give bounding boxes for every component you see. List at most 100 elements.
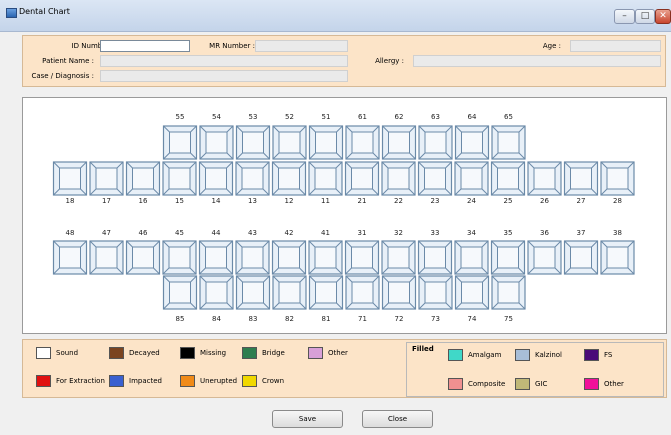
tooth-number-51: 51 bbox=[322, 113, 331, 121]
tooth-26[interactable] bbox=[527, 161, 562, 196]
tooth-71[interactable] bbox=[345, 275, 380, 310]
tooth-number-15: 15 bbox=[175, 197, 184, 205]
tooth-62[interactable] bbox=[381, 125, 417, 160]
tooth-37[interactable] bbox=[563, 240, 599, 275]
patient-name-field[interactable] bbox=[100, 55, 348, 67]
tooth-36[interactable] bbox=[527, 240, 562, 275]
case-diagnosis-label: Case / Diagnosis : bbox=[31, 72, 94, 80]
tooth-number-38: 38 bbox=[613, 229, 622, 237]
app-icon bbox=[6, 8, 17, 18]
tooth-number-28: 28 bbox=[613, 197, 622, 205]
age-field[interactable] bbox=[570, 40, 661, 52]
tooth-number-16: 16 bbox=[139, 197, 148, 205]
tooth-number-41: 41 bbox=[321, 229, 330, 237]
tooth-18[interactable] bbox=[52, 161, 88, 196]
tooth-12[interactable] bbox=[271, 161, 307, 196]
minimize-button[interactable]: – bbox=[614, 9, 635, 24]
tooth-82[interactable] bbox=[272, 275, 307, 310]
save-button[interactable]: Save bbox=[272, 410, 343, 428]
tooth-35[interactable] bbox=[490, 240, 526, 275]
tooth-51[interactable] bbox=[308, 125, 344, 160]
tooth-83[interactable] bbox=[235, 275, 271, 310]
case-diagnosis-field[interactable] bbox=[100, 70, 348, 82]
tooth-74[interactable] bbox=[454, 275, 490, 310]
tooth-number-44: 44 bbox=[212, 229, 221, 237]
color-swatch bbox=[180, 375, 195, 387]
tooth-52[interactable] bbox=[272, 125, 307, 160]
tooth-54[interactable] bbox=[199, 125, 234, 160]
legend-label: FS bbox=[604, 351, 613, 359]
tooth-41[interactable] bbox=[308, 240, 343, 275]
tooth-45[interactable] bbox=[162, 240, 197, 275]
tooth-75[interactable] bbox=[491, 275, 526, 310]
legend-label: Missing bbox=[200, 349, 227, 357]
color-swatch bbox=[36, 375, 51, 387]
tooth-14[interactable] bbox=[198, 161, 234, 196]
tooth-24[interactable] bbox=[454, 161, 489, 196]
allergy-field[interactable] bbox=[413, 55, 661, 67]
close-icon: ✕ bbox=[659, 11, 667, 21]
tooth-number-31: 31 bbox=[358, 229, 367, 237]
tooth-31[interactable] bbox=[344, 240, 380, 275]
maximize-button[interactable]: □ bbox=[635, 9, 655, 24]
tooth-34[interactable] bbox=[454, 240, 489, 275]
tooth-64[interactable] bbox=[454, 125, 490, 160]
mr-number-field[interactable] bbox=[255, 40, 348, 52]
tooth-22[interactable] bbox=[381, 161, 416, 196]
legend-label: Impacted bbox=[129, 377, 162, 385]
id-number-field[interactable] bbox=[100, 40, 190, 52]
tooth-number-43: 43 bbox=[248, 229, 257, 237]
tooth-number-13: 13 bbox=[248, 197, 257, 205]
tooth-81[interactable] bbox=[308, 275, 344, 310]
tooth-55[interactable] bbox=[162, 125, 198, 160]
tooth-23[interactable] bbox=[417, 161, 453, 196]
tooth-number-37: 37 bbox=[577, 229, 586, 237]
minimize-icon: – bbox=[622, 11, 627, 21]
tooth-16[interactable] bbox=[125, 161, 161, 196]
tooth-number-17: 17 bbox=[102, 197, 111, 205]
tooth-65[interactable] bbox=[491, 125, 526, 160]
tooth-27[interactable] bbox=[563, 161, 599, 196]
tooth-11[interactable] bbox=[308, 161, 343, 196]
tooth-85[interactable] bbox=[162, 275, 198, 310]
tooth-25[interactable] bbox=[490, 161, 526, 196]
tooth-number-32: 32 bbox=[394, 229, 403, 237]
tooth-46[interactable] bbox=[125, 240, 161, 275]
color-swatch bbox=[448, 378, 463, 390]
tooth-33[interactable] bbox=[417, 240, 453, 275]
color-swatch bbox=[242, 375, 257, 387]
close-window-button[interactable]: ✕ bbox=[655, 9, 671, 24]
tooth-21[interactable] bbox=[344, 161, 380, 196]
tooth-63[interactable] bbox=[418, 125, 453, 160]
tooth-28[interactable] bbox=[600, 161, 635, 196]
tooth-17[interactable] bbox=[89, 161, 124, 196]
color-swatch bbox=[180, 347, 195, 359]
legend-label: Unerupted bbox=[200, 377, 238, 385]
tooth-84[interactable] bbox=[199, 275, 234, 310]
tooth-43[interactable] bbox=[235, 240, 270, 275]
legend-label: Other bbox=[328, 349, 348, 357]
tooth-44[interactable] bbox=[198, 240, 234, 275]
tooth-15[interactable] bbox=[162, 161, 197, 196]
tooth-48[interactable] bbox=[52, 240, 88, 275]
close-button[interactable]: Close bbox=[362, 410, 433, 428]
tooth-number-73: 73 bbox=[431, 315, 440, 323]
tooth-42[interactable] bbox=[271, 240, 307, 275]
tooth-13[interactable] bbox=[235, 161, 270, 196]
legend-label: Composite bbox=[468, 380, 506, 388]
tooth-47[interactable] bbox=[89, 240, 124, 275]
tooth-number-27: 27 bbox=[577, 197, 586, 205]
tooth-number-48: 48 bbox=[66, 229, 75, 237]
tooth-32[interactable] bbox=[381, 240, 416, 275]
color-swatch bbox=[515, 349, 530, 361]
legend-label: Sound bbox=[56, 349, 79, 357]
tooth-73[interactable] bbox=[418, 275, 453, 310]
tooth-53[interactable] bbox=[235, 125, 271, 160]
tooth-38[interactable] bbox=[600, 240, 635, 275]
tooth-number-71: 71 bbox=[358, 315, 367, 323]
tooth-72[interactable] bbox=[381, 275, 417, 310]
tooth-number-36: 36 bbox=[540, 229, 549, 237]
tooth-61[interactable] bbox=[345, 125, 380, 160]
tooth-number-74: 74 bbox=[468, 315, 477, 323]
tooth-number-54: 54 bbox=[212, 113, 221, 121]
